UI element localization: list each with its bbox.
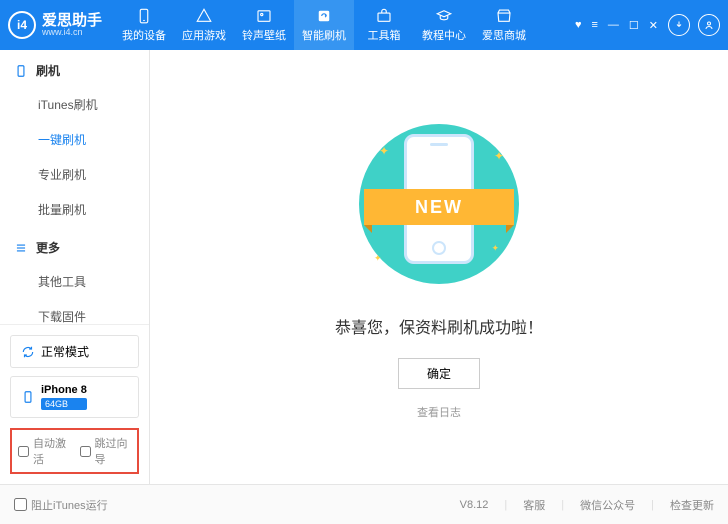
main-nav: 我的设备 应用游戏 铃声壁纸 智能刷机 工具箱 教程中心 爱思商城 <box>114 0 575 50</box>
sidebar-item-pro[interactable]: 专业刷机 <box>0 157 149 192</box>
menu-icon[interactable]: ≡ <box>591 19 597 31</box>
nav-flash[interactable]: 智能刷机 <box>294 0 354 50</box>
success-message: 恭喜您，保资料刷机成功啦！ <box>335 314 543 338</box>
ok-button[interactable]: 确定 <box>398 358 480 389</box>
sidebar: 刷机 iTunes刷机 一键刷机 专业刷机 批量刷机 更多 其他工具 下载固件 … <box>0 50 150 484</box>
refresh-icon <box>315 7 333 25</box>
phone-icon <box>21 390 35 404</box>
store-icon <box>495 7 513 25</box>
update-link[interactable]: 检查更新 <box>670 497 714 513</box>
graduation-icon <box>435 7 453 25</box>
statusbar: 阻止iTunes运行 V8.12 | 客服 | 微信公众号 | 检查更新 <box>0 484 728 524</box>
skip-guide-checkbox[interactable]: 跳过向导 <box>80 435 132 467</box>
phone-icon <box>135 7 153 25</box>
sidebar-item-batch[interactable]: 批量刷机 <box>0 192 149 227</box>
sync-icon <box>21 345 35 359</box>
minimize-icon[interactable]: — <box>608 19 619 31</box>
version-label: V8.12 <box>460 499 489 511</box>
header: i4 爱思助手 www.i4.cn 我的设备 应用游戏 铃声壁纸 智能刷机 工具… <box>0 0 728 50</box>
logo-icon: i4 <box>8 11 36 39</box>
logo[interactable]: i4 爱思助手 www.i4.cn <box>8 11 102 39</box>
nav-my-device[interactable]: 我的设备 <box>114 0 174 50</box>
account-controls <box>668 14 720 36</box>
close-icon[interactable]: ✕ <box>649 19 658 32</box>
ribbon-new: NEW <box>364 189 514 225</box>
window-controls: ♥ ≡ — ☐ ✕ <box>575 19 658 32</box>
nav-store[interactable]: 爱思商城 <box>474 0 534 50</box>
sidebar-item-other[interactable]: 其他工具 <box>0 264 149 299</box>
device-indicator[interactable]: iPhone 8 64GB <box>10 376 139 418</box>
phone-icon <box>14 64 28 78</box>
image-icon <box>255 7 273 25</box>
sidebar-group-flash[interactable]: 刷机 <box>0 50 149 87</box>
skin-icon[interactable]: ♥ <box>575 19 582 31</box>
sidebar-item-itunes[interactable]: iTunes刷机 <box>0 87 149 122</box>
block-itunes-checkbox[interactable]: 阻止iTunes运行 <box>14 497 108 513</box>
nav-tutorials[interactable]: 教程中心 <box>414 0 474 50</box>
main-content: ✦ ✦ ✦ ✦ NEW 恭喜您，保资料刷机成功啦！ 确定 查看日志 <box>150 50 728 484</box>
maximize-icon[interactable]: ☐ <box>629 19 639 32</box>
auto-activate-checkbox[interactable]: 自动激活 <box>18 435 70 467</box>
nav-ringtones[interactable]: 铃声壁纸 <box>234 0 294 50</box>
sidebar-group-more[interactable]: 更多 <box>0 227 149 264</box>
download-button[interactable] <box>668 14 690 36</box>
apps-icon <box>195 7 213 25</box>
options-row: 自动激活 跳过向导 <box>10 428 139 474</box>
wechat-link[interactable]: 微信公众号 <box>580 497 635 513</box>
toolbox-icon <box>375 7 393 25</box>
support-link[interactable]: 客服 <box>523 497 545 513</box>
sidebar-item-firmware[interactable]: 下载固件 <box>0 299 149 324</box>
menu-icon <box>14 241 28 255</box>
logo-text: 爱思助手 www.i4.cn <box>42 13 102 37</box>
success-illustration: ✦ ✦ ✦ ✦ NEW <box>349 114 529 294</box>
view-log-link[interactable]: 查看日志 <box>417 404 461 420</box>
nav-apps[interactable]: 应用游戏 <box>174 0 234 50</box>
nav-toolbox[interactable]: 工具箱 <box>354 0 414 50</box>
sidebar-item-oneclick[interactable]: 一键刷机 <box>0 122 149 157</box>
user-button[interactable] <box>698 14 720 36</box>
mode-indicator[interactable]: 正常模式 <box>10 335 139 368</box>
